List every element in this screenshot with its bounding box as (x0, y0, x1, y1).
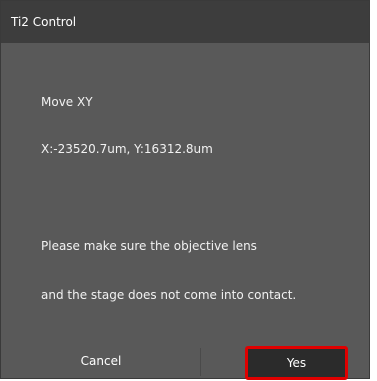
button-divider (200, 348, 201, 376)
cancel-button[interactable]: Cancel (11, 347, 191, 375)
action-heading: Move XY (41, 95, 93, 109)
button-bar: Cancel Yes (1, 343, 369, 380)
confirm-dialog: Ti2 Control Move XY X:-23520.7um, Y:1631… (0, 0, 370, 380)
yes-button[interactable]: Yes (245, 346, 348, 380)
coordinates-text: X:-23520.7um, Y:16312.8um (41, 142, 213, 156)
title-bar: Ti2 Control (1, 1, 369, 43)
dialog-title: Ti2 Control (11, 15, 77, 29)
warning-line-1: Please make sure the objective lens (41, 239, 257, 253)
warning-line-2: and the stage does not come into contact… (41, 288, 297, 302)
